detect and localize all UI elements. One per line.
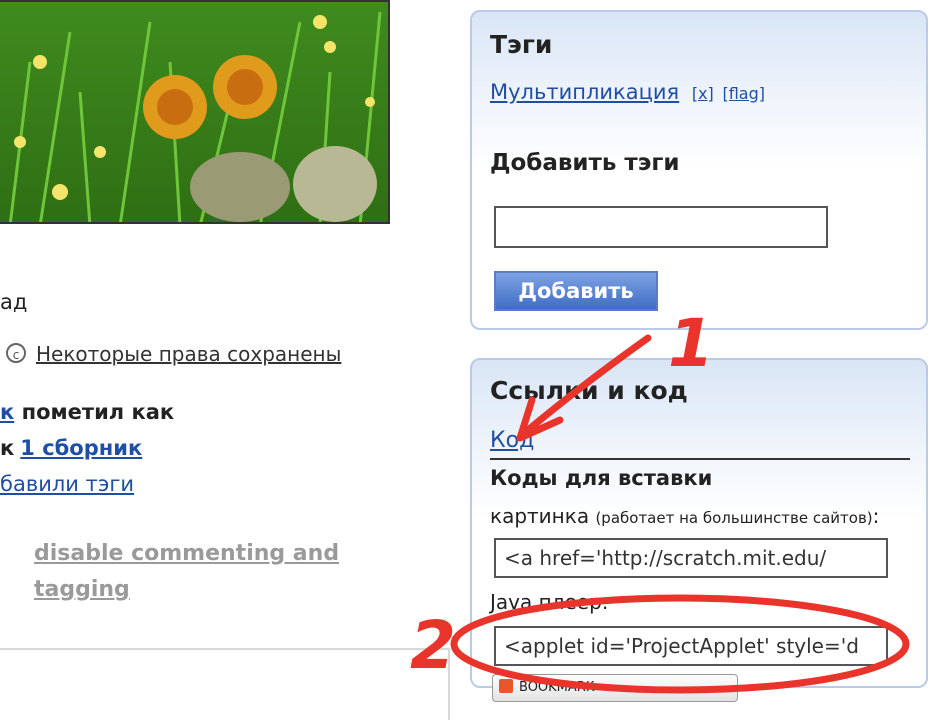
picture-label-colon: : xyxy=(872,504,880,528)
divider xyxy=(0,648,450,650)
links-title: Ссылки и код xyxy=(490,376,688,405)
disable-commenting-link[interactable]: disable commenting and tagging xyxy=(34,536,364,608)
picture-label-note: (работает на большинстве сайтов) xyxy=(595,509,873,527)
marked-text: пометил как xyxy=(21,400,175,424)
tab-underline xyxy=(490,458,910,460)
add-tag-button[interactable]: Добавить xyxy=(494,271,658,311)
bookmark-icon xyxy=(499,679,513,693)
links-code-panel: Ссылки и код Код Коды для вставки картин… xyxy=(470,358,928,702)
bookmark-label: BOOKMARK xyxy=(519,680,595,695)
divider xyxy=(448,648,450,720)
marked-row: к пометил как xyxy=(0,400,174,424)
java-player-label: Java плеер: xyxy=(490,590,609,614)
tag-link[interactable]: Мультипликация xyxy=(490,80,679,104)
tags-title: Тэги xyxy=(490,30,553,59)
project-thumbnail xyxy=(0,0,390,224)
picture-code-label: картинка (работает на большинстве сайтов… xyxy=(490,504,879,528)
collection-prefix: к xyxy=(0,436,15,460)
code-tab[interactable]: Код xyxy=(490,428,534,453)
user-link[interactable]: к xyxy=(0,400,14,424)
flag-tag-link[interactable]: [flag] xyxy=(722,84,765,103)
tag-row: Мультипликация [x] [flag] xyxy=(490,80,765,104)
picture-label-text: картинка xyxy=(490,504,590,528)
cc-icon: c xyxy=(6,343,26,363)
picture-embed-code-field[interactable] xyxy=(494,538,888,578)
remove-tag-link[interactable]: [x] xyxy=(692,84,714,103)
tags-panel: Тэги Мультипликация [x] [flag] Добавить … xyxy=(470,10,928,330)
license-row: c Некоторые права сохранены xyxy=(6,342,341,366)
tags-added-row: бавили тэги xyxy=(0,472,134,496)
license-link[interactable]: Некоторые права сохранены xyxy=(36,342,341,366)
bookmark-button[interactable]: BOOKMARK xyxy=(492,674,738,702)
add-tags-title: Добавить тэги xyxy=(490,150,680,176)
collection-row: к1 сборник xyxy=(0,436,142,460)
collection-link[interactable]: 1 сборник xyxy=(20,436,142,460)
embed-codes-title: Коды для вставки xyxy=(490,466,713,490)
tags-added-link[interactable]: бавили тэги xyxy=(0,472,134,496)
tag-input[interactable] xyxy=(494,206,828,248)
java-embed-code-field[interactable] xyxy=(494,626,888,666)
fragment-text: ад xyxy=(0,290,28,314)
